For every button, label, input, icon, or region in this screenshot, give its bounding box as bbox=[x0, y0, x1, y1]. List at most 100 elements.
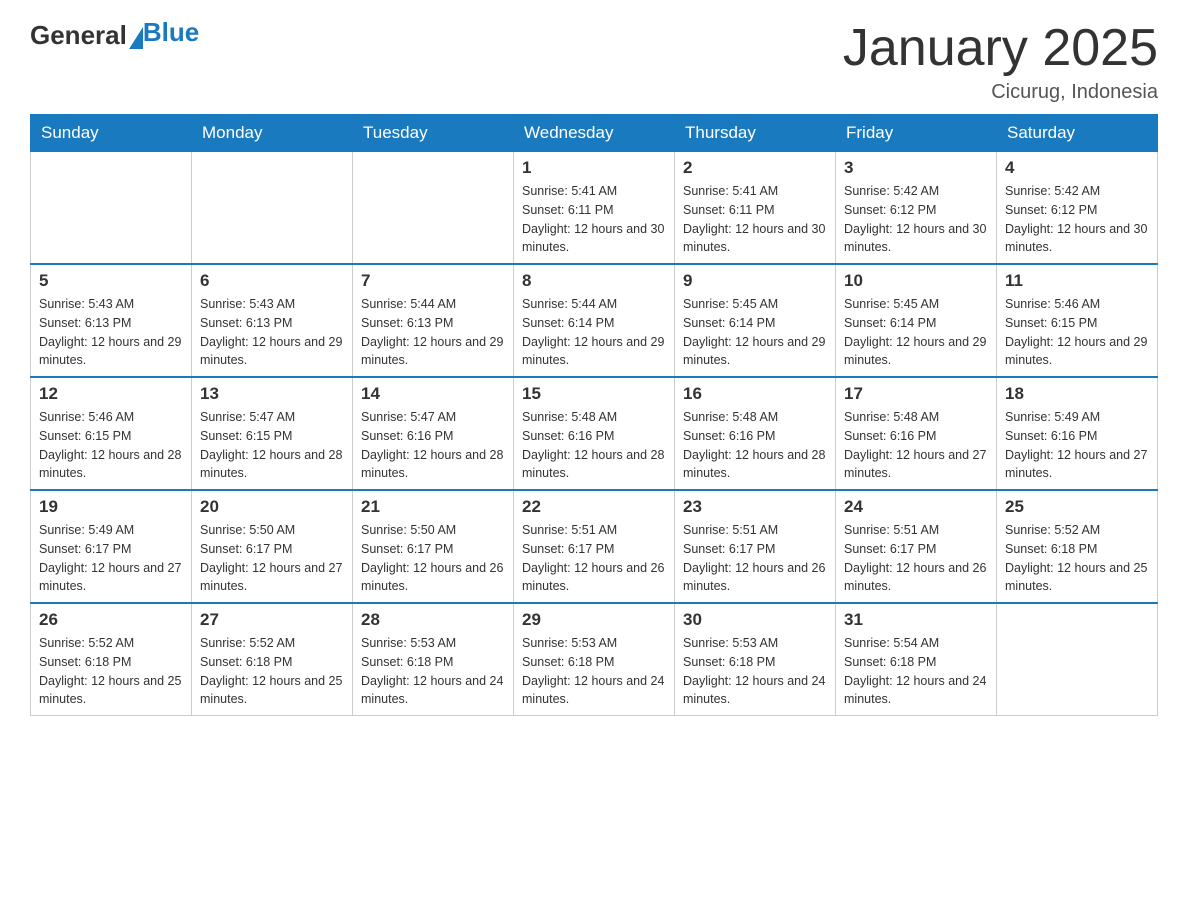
calendar-body: 1 Sunrise: 5:41 AM Sunset: 6:11 PM Daylig… bbox=[31, 152, 1158, 716]
day-number: 7 bbox=[361, 271, 505, 291]
calendar-cell: 10Sunrise: 5:45 AM Sunset: 6:14 PM Dayli… bbox=[836, 264, 997, 377]
calendar-cell: 14Sunrise: 5:47 AM Sunset: 6:16 PM Dayli… bbox=[353, 377, 514, 490]
day-info: Sunrise: 5:41 AM Sunset: 6:11 PM Dayligh… bbox=[683, 182, 827, 257]
logo: General Blue bbox=[30, 20, 199, 51]
calendar-cell: 24Sunrise: 5:51 AM Sunset: 6:17 PM Dayli… bbox=[836, 490, 997, 603]
calendar-cell: 1 Sunrise: 5:41 AM Sunset: 6:11 PM Daylig… bbox=[514, 152, 675, 265]
day-number: 22 bbox=[522, 497, 666, 517]
day-info: Sunrise: 5:50 AM Sunset: 6:17 PM Dayligh… bbox=[200, 521, 344, 596]
calendar-cell: 21 Sunrise: 5:50 AM Sunset: 6:17 PM Dayli… bbox=[353, 490, 514, 603]
day-info: Sunrise: 5:45 AM Sunset: 6:14 PM Dayligh… bbox=[844, 295, 988, 370]
day-number: 19 bbox=[39, 497, 183, 517]
day-info: Sunrise: 5:42 AM Sunset: 6:12 PM Dayligh… bbox=[844, 182, 988, 257]
calendar-table: SundayMondayTuesdayWednesdayThursdayFrid… bbox=[30, 114, 1158, 716]
calendar-cell: 12Sunrise: 5:46 AM Sunset: 6:15 PM Dayli… bbox=[31, 377, 192, 490]
calendar-cell: 5 Sunrise: 5:43 AM Sunset: 6:13 PM Daylig… bbox=[31, 264, 192, 377]
day-number: 20 bbox=[200, 497, 344, 517]
day-info: Sunrise: 5:52 AM Sunset: 6:18 PM Dayligh… bbox=[39, 634, 183, 709]
day-header-thursday: Thursday bbox=[675, 115, 836, 152]
day-number: 26 bbox=[39, 610, 183, 630]
calendar-cell: 6 Sunrise: 5:43 AM Sunset: 6:13 PM Daylig… bbox=[192, 264, 353, 377]
day-info: Sunrise: 5:43 AM Sunset: 6:13 PM Dayligh… bbox=[39, 295, 183, 370]
logo-triangle-icon bbox=[129, 27, 143, 49]
day-number: 3 bbox=[844, 158, 988, 178]
day-number: 2 bbox=[683, 158, 827, 178]
calendar-cell: 26 Sunrise: 5:52 AM Sunset: 6:18 PM Dayli… bbox=[31, 603, 192, 716]
calendar-cell: 7Sunrise: 5:44 AM Sunset: 6:13 PM Daylig… bbox=[353, 264, 514, 377]
day-info: Sunrise: 5:45 AM Sunset: 6:14 PM Dayligh… bbox=[683, 295, 827, 370]
day-info: Sunrise: 5:41 AM Sunset: 6:11 PM Dayligh… bbox=[522, 182, 666, 257]
day-header-saturday: Saturday bbox=[997, 115, 1158, 152]
calendar-cell bbox=[997, 603, 1158, 716]
calendar-cell: 15 Sunrise: 5:48 AM Sunset: 6:16 PM Dayli… bbox=[514, 377, 675, 490]
calendar-cell: 13 Sunrise: 5:47 AM Sunset: 6:15 PM Dayli… bbox=[192, 377, 353, 490]
days-of-week-row: SundayMondayTuesdayWednesdayThursdayFrid… bbox=[31, 115, 1158, 152]
day-number: 11 bbox=[1005, 271, 1149, 291]
logo-blue-text: Blue bbox=[143, 17, 199, 48]
calendar-cell bbox=[353, 152, 514, 265]
day-number: 5 bbox=[39, 271, 183, 291]
day-number: 16 bbox=[683, 384, 827, 404]
day-number: 25 bbox=[1005, 497, 1149, 517]
page-header: General Blue January 2025 Cicurug, Indon… bbox=[30, 20, 1158, 104]
day-number: 30 bbox=[683, 610, 827, 630]
calendar-cell: 25 Sunrise: 5:52 AM Sunset: 6:18 PM Dayli… bbox=[997, 490, 1158, 603]
day-info: Sunrise: 5:43 AM Sunset: 6:13 PM Dayligh… bbox=[200, 295, 344, 370]
day-number: 6 bbox=[200, 271, 344, 291]
day-number: 27 bbox=[200, 610, 344, 630]
day-number: 4 bbox=[1005, 158, 1149, 178]
day-number: 13 bbox=[200, 384, 344, 404]
day-info: Sunrise: 5:47 AM Sunset: 6:15 PM Dayligh… bbox=[200, 408, 344, 483]
calendar-subtitle: Cicurug, Indonesia bbox=[843, 81, 1158, 104]
day-number: 23 bbox=[683, 497, 827, 517]
calendar-cell bbox=[192, 152, 353, 265]
calendar-cell: 19Sunrise: 5:49 AM Sunset: 6:17 PM Dayli… bbox=[31, 490, 192, 603]
day-number: 12 bbox=[39, 384, 183, 404]
day-number: 14 bbox=[361, 384, 505, 404]
day-info: Sunrise: 5:42 AM Sunset: 6:12 PM Dayligh… bbox=[1005, 182, 1149, 257]
logo-general-text: General bbox=[30, 20, 127, 51]
week-row-1: 1 Sunrise: 5:41 AM Sunset: 6:11 PM Daylig… bbox=[31, 152, 1158, 265]
day-info: Sunrise: 5:51 AM Sunset: 6:17 PM Dayligh… bbox=[522, 521, 666, 596]
calendar-cell: 20 Sunrise: 5:50 AM Sunset: 6:17 PM Dayli… bbox=[192, 490, 353, 603]
calendar-cell: 23Sunrise: 5:51 AM Sunset: 6:17 PM Dayli… bbox=[675, 490, 836, 603]
calendar-cell: 2 Sunrise: 5:41 AM Sunset: 6:11 PM Daylig… bbox=[675, 152, 836, 265]
calendar-cell: 17Sunrise: 5:48 AM Sunset: 6:16 PM Dayli… bbox=[836, 377, 997, 490]
title-area: January 2025 Cicurug, Indonesia bbox=[843, 20, 1158, 104]
calendar-cell bbox=[31, 152, 192, 265]
calendar-cell: 16 Sunrise: 5:48 AM Sunset: 6:16 PM Dayli… bbox=[675, 377, 836, 490]
calendar-cell: 3 Sunrise: 5:42 AM Sunset: 6:12 PM Daylig… bbox=[836, 152, 997, 265]
calendar-cell: 22 Sunrise: 5:51 AM Sunset: 6:17 PM Dayli… bbox=[514, 490, 675, 603]
day-info: Sunrise: 5:54 AM Sunset: 6:18 PM Dayligh… bbox=[844, 634, 988, 709]
day-info: Sunrise: 5:50 AM Sunset: 6:17 PM Dayligh… bbox=[361, 521, 505, 596]
day-number: 31 bbox=[844, 610, 988, 630]
calendar-cell: 30Sunrise: 5:53 AM Sunset: 6:18 PM Dayli… bbox=[675, 603, 836, 716]
day-header-monday: Monday bbox=[192, 115, 353, 152]
day-info: Sunrise: 5:49 AM Sunset: 6:16 PM Dayligh… bbox=[1005, 408, 1149, 483]
day-number: 17 bbox=[844, 384, 988, 404]
calendar-cell: 28Sunrise: 5:53 AM Sunset: 6:18 PM Dayli… bbox=[353, 603, 514, 716]
day-number: 9 bbox=[683, 271, 827, 291]
day-number: 15 bbox=[522, 384, 666, 404]
week-row-4: 19Sunrise: 5:49 AM Sunset: 6:17 PM Dayli… bbox=[31, 490, 1158, 603]
calendar-cell: 11Sunrise: 5:46 AM Sunset: 6:15 PM Dayli… bbox=[997, 264, 1158, 377]
day-info: Sunrise: 5:52 AM Sunset: 6:18 PM Dayligh… bbox=[1005, 521, 1149, 596]
day-number: 29 bbox=[522, 610, 666, 630]
week-row-5: 26 Sunrise: 5:52 AM Sunset: 6:18 PM Dayli… bbox=[31, 603, 1158, 716]
day-header-sunday: Sunday bbox=[31, 115, 192, 152]
calendar-cell: 18Sunrise: 5:49 AM Sunset: 6:16 PM Dayli… bbox=[997, 377, 1158, 490]
day-info: Sunrise: 5:48 AM Sunset: 6:16 PM Dayligh… bbox=[683, 408, 827, 483]
calendar-cell: 29Sunrise: 5:53 AM Sunset: 6:18 PM Dayli… bbox=[514, 603, 675, 716]
calendar-cell: 27Sunrise: 5:52 AM Sunset: 6:18 PM Dayli… bbox=[192, 603, 353, 716]
calendar-cell: 4 Sunrise: 5:42 AM Sunset: 6:12 PM Daylig… bbox=[997, 152, 1158, 265]
day-number: 21 bbox=[361, 497, 505, 517]
week-row-2: 5 Sunrise: 5:43 AM Sunset: 6:13 PM Daylig… bbox=[31, 264, 1158, 377]
calendar-title: January 2025 bbox=[843, 20, 1158, 77]
day-number: 1 bbox=[522, 158, 666, 178]
calendar-cell: 8Sunrise: 5:44 AM Sunset: 6:14 PM Daylig… bbox=[514, 264, 675, 377]
day-number: 28 bbox=[361, 610, 505, 630]
day-number: 24 bbox=[844, 497, 988, 517]
calendar-cell: 31 Sunrise: 5:54 AM Sunset: 6:18 PM Dayli… bbox=[836, 603, 997, 716]
day-info: Sunrise: 5:48 AM Sunset: 6:16 PM Dayligh… bbox=[522, 408, 666, 483]
week-row-3: 12Sunrise: 5:46 AM Sunset: 6:15 PM Dayli… bbox=[31, 377, 1158, 490]
